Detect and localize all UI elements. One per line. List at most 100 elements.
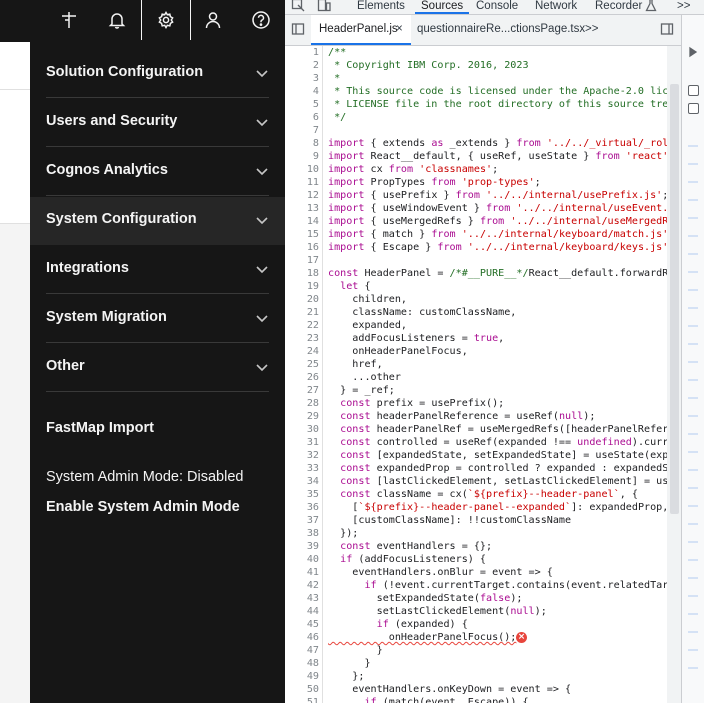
tab-sources[interactable]: Sources: [414, 0, 470, 14]
line-number[interactable]: 43: [285, 592, 319, 605]
menu-item-solution-configuration[interactable]: Solution Configuration: [30, 50, 285, 98]
fastmap-import-link[interactable]: FastMap Import: [46, 420, 154, 436]
line-number[interactable]: 16: [285, 241, 319, 254]
device-toolbar-icon[interactable]: [317, 0, 333, 14]
line-number[interactable]: 21: [285, 306, 319, 319]
toggle-debugger-icon[interactable]: [660, 22, 676, 38]
file-tab-questionnaire[interactable]: questionnaireRe...ctionsPage.tsx: [417, 23, 585, 35]
more-files-button[interactable]: >>: [585, 23, 598, 35]
line-number[interactable]: 32: [285, 449, 319, 462]
checkbox[interactable]: [688, 85, 699, 96]
line-number[interactable]: 25: [285, 358, 319, 371]
line-number[interactable]: 31: [285, 436, 319, 449]
line-number[interactable]: 51: [285, 696, 319, 703]
line-number[interactable]: 3: [285, 72, 319, 85]
code-text: ...other: [328, 372, 401, 383]
menu-item-label: Other: [46, 358, 85, 374]
line-number[interactable]: 29: [285, 410, 319, 423]
line-number[interactable]: 8: [285, 137, 319, 150]
line-number[interactable]: 15: [285, 228, 319, 241]
line-number[interactable]: 33: [285, 462, 319, 475]
checkbox[interactable]: [688, 103, 699, 114]
play-icon[interactable]: [686, 45, 702, 61]
code-text: const HeaderPanel = /*#__PURE__*/React__…: [328, 268, 667, 279]
toggle-navigator-icon[interactable]: [291, 22, 307, 38]
line-number[interactable]: 49: [285, 670, 319, 683]
line-number[interactable]: 37: [285, 514, 319, 527]
line-number[interactable]: 13: [285, 202, 319, 215]
line-number[interactable]: 28: [285, 397, 319, 410]
line-number[interactable]: 14: [285, 215, 319, 228]
line-number[interactable]: 2: [285, 59, 319, 72]
menu-item-other[interactable]: Other: [30, 344, 285, 392]
line-number[interactable]: 27: [285, 384, 319, 397]
tab-console[interactable]: Console: [476, 0, 518, 13]
line-number[interactable]: 7: [285, 124, 319, 137]
line-number[interactable]: 36: [285, 501, 319, 514]
chevron-down-icon: [255, 66, 269, 80]
tab-recorder[interactable]: Recorder: [595, 0, 642, 13]
divider: [46, 391, 269, 392]
line-number[interactable]: 34: [285, 475, 319, 488]
panel-row-marker: [688, 577, 698, 579]
line-number[interactable]: 23: [285, 332, 319, 345]
app-content-header: [0, 42, 30, 89]
line-number[interactable]: 9: [285, 150, 319, 163]
line-number[interactable]: 26: [285, 371, 319, 384]
line-number[interactable]: 48: [285, 657, 319, 670]
help-icon[interactable]: [237, 0, 285, 40]
line-number[interactable]: 45: [285, 618, 319, 631]
line-number[interactable]: 10: [285, 163, 319, 176]
tab-elements[interactable]: Elements: [357, 0, 405, 13]
line-number[interactable]: 39: [285, 540, 319, 553]
line-number[interactable]: 38: [285, 527, 319, 540]
line-number[interactable]: 44: [285, 605, 319, 618]
menu-item-system-migration[interactable]: System Migration: [30, 295, 285, 343]
code-text: };: [328, 671, 365, 682]
switcher-icon[interactable]: [45, 0, 93, 40]
line-number[interactable]: 20: [285, 293, 319, 306]
enable-admin-mode-link[interactable]: Enable System Admin Mode: [46, 499, 240, 515]
code-text: }: [328, 645, 383, 656]
notification-bell-icon[interactable]: [93, 0, 141, 40]
user-profile-icon[interactable]: [189, 0, 237, 40]
panel-row-marker: [688, 145, 698, 147]
menu-item-users-and-security[interactable]: Users and Security: [30, 99, 285, 147]
line-number[interactable]: 24: [285, 345, 319, 358]
line-number[interactable]: 22: [285, 319, 319, 332]
line-number[interactable]: 19: [285, 280, 319, 293]
close-tab-icon[interactable]: ×: [396, 23, 403, 35]
inspect-element-icon[interactable]: [291, 0, 307, 14]
code-text: [customClassName]: !!customClassName: [328, 515, 572, 526]
line-number[interactable]: 40: [285, 553, 319, 566]
menu-item-system-configuration[interactable]: System Configuration: [30, 197, 285, 245]
tab-network[interactable]: Network: [535, 0, 577, 13]
more-tabs-button[interactable]: >>: [677, 0, 690, 13]
line-number[interactable]: 6: [285, 111, 319, 124]
line-number[interactable]: 11: [285, 176, 319, 189]
menu-item-integrations[interactable]: Integrations: [30, 246, 285, 294]
line-number[interactable]: 42: [285, 579, 319, 592]
line-number[interactable]: 30: [285, 423, 319, 436]
line-number[interactable]: 50: [285, 683, 319, 696]
line-number[interactable]: 4: [285, 85, 319, 98]
line-number[interactable]: 5: [285, 98, 319, 111]
line-number[interactable]: 47: [285, 644, 319, 657]
line-number[interactable]: 46: [285, 631, 319, 644]
code-text: expanded,: [328, 320, 408, 331]
chevron-down-icon: [255, 262, 269, 276]
panel-row-marker: [688, 289, 698, 291]
settings-gear-icon[interactable]: [141, 0, 191, 40]
editor-scrollbar-thumb[interactable]: [670, 84, 679, 514]
menu-item-cognos-analytics[interactable]: Cognos Analytics: [30, 148, 285, 196]
error-icon[interactable]: ×: [516, 632, 527, 643]
line-number[interactable]: 18: [285, 267, 319, 280]
line-number[interactable]: 41: [285, 566, 319, 579]
file-tab-headerpanel[interactable]: HeaderPanel.js: [319, 23, 398, 35]
line-number[interactable]: 12: [285, 189, 319, 202]
code-text: import cx from 'classnames';: [328, 164, 499, 175]
line-number[interactable]: 17: [285, 254, 319, 267]
line-number[interactable]: 35: [285, 488, 319, 501]
line-number[interactable]: 1: [285, 46, 319, 59]
code-editor[interactable]: 1/** 2 * Copyright IBM Corp. 2016, 2023 3 …: [285, 46, 667, 703]
